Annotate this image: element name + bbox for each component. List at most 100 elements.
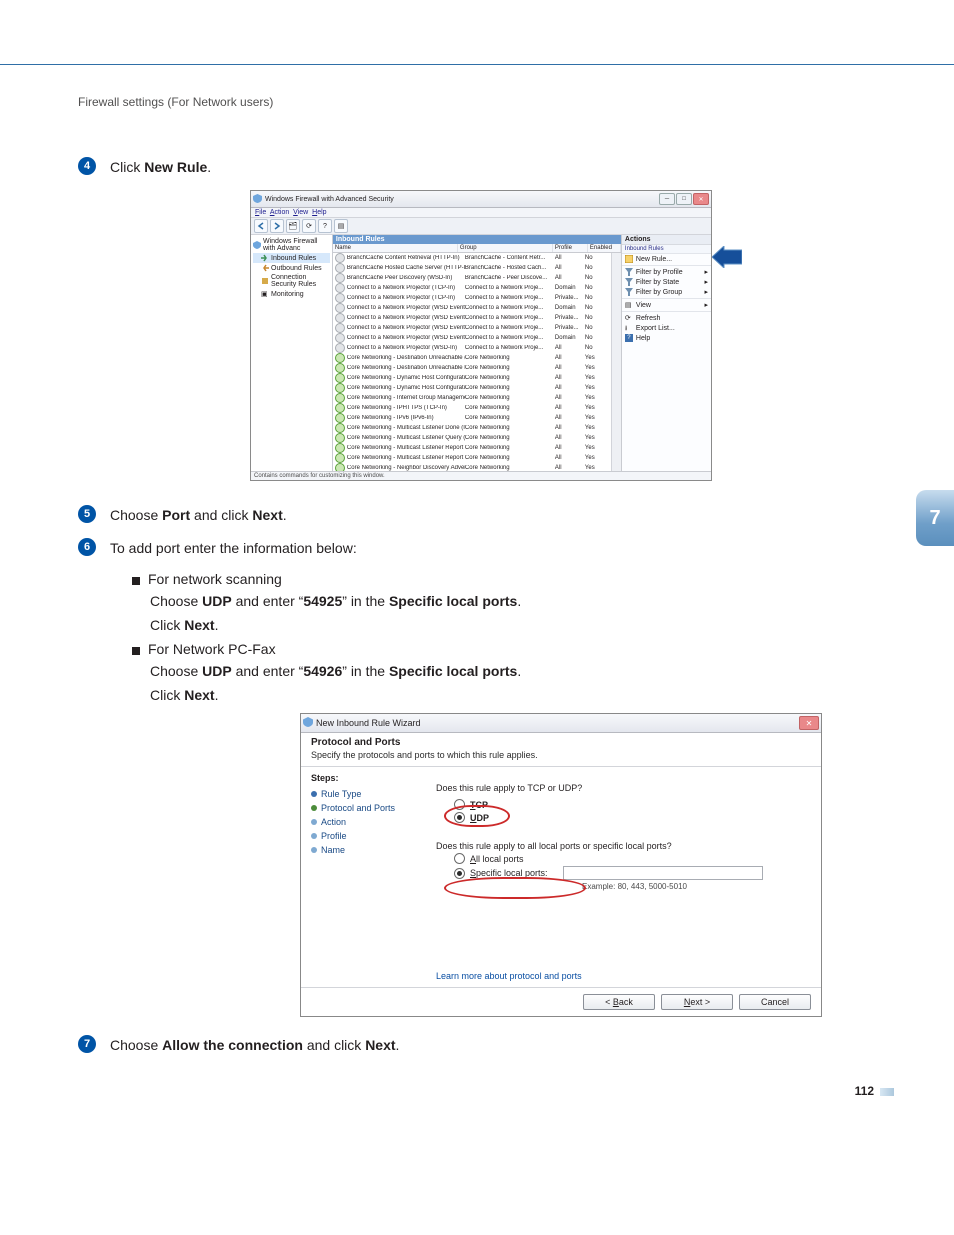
chevron-right-icon: ▸ [704,278,708,286]
rule-enabled: No [585,255,613,261]
maximize-button[interactable]: □ [676,193,692,205]
filter-icon [625,288,633,296]
back-button[interactable]: < Back [583,994,655,1010]
minimize-button[interactable]: ─ [659,193,675,205]
table-row[interactable]: Core Networking - IPHTTPS (TCP-In)Core N… [333,403,621,413]
radio-udp[interactable]: UDP [454,812,809,823]
rule-name: BranchCache Hosted Cache Server (HTTP-In… [347,265,465,271]
rule-enabled: No [585,265,613,271]
action-filter-state[interactable]: Filter by State▸ [622,277,711,287]
col-group[interactable]: Group [458,244,553,252]
rule-status-icon [335,283,345,293]
table-row[interactable]: Core Networking - Dynamic Host Configura… [333,383,621,393]
wizard-titlebar[interactable]: New Inbound Rule Wizard ✕ [301,714,821,733]
rules-panel-header: Inbound Rules [333,235,621,244]
action-export[interactable]: ⭳ Export List... [622,323,711,333]
rule-name: Core Networking - Multicast Listener Rep… [347,455,465,461]
table-row[interactable]: Core Networking - IPv6 (IPv6-In)Core Net… [333,413,621,423]
col-profile[interactable]: Profile [553,244,588,252]
window-titlebar[interactable]: Windows Firewall with Advanced Security … [251,191,711,208]
table-row[interactable]: BranchCache Hosted Cache Server (HTTP-In… [333,263,621,273]
tree-inbound-rules[interactable]: Inbound Rules [253,253,330,263]
new-rule-icon [625,255,633,263]
col-enabled[interactable]: Enabled [588,244,621,252]
rule-name: Connect to a Network Projector (WSD Even… [347,315,465,321]
table-row[interactable]: Core Networking - Multicast Listener Rep… [333,453,621,463]
table-row[interactable]: Core Networking - Neighbor Discovery Adv… [333,463,621,471]
refresh-icon[interactable]: ⟳ [302,219,316,233]
menu-file[interactable]: File [255,209,266,216]
page-header: Firewall settings (For Network users) [0,95,954,109]
action-filter-profile[interactable]: Filter by Profile▸ [622,267,711,277]
rules-columns[interactable]: Name Group Profile Enabled [333,244,621,253]
menu-help[interactable]: Help [312,209,326,216]
wizard-subtitle: Protocol and Ports [301,733,821,750]
step4-bold: New Rule [144,159,207,175]
rule-group: Core Networking [465,365,555,371]
firewall-window-screenshot: Windows Firewall with Advanced Security … [250,190,712,481]
wizard-step-protocol-ports[interactable]: Protocol and Ports [311,801,426,815]
rule-group: Connect to a Network Proje... [465,325,555,331]
tree-root[interactable]: Windows Firewall with Advanc [253,237,330,253]
tool-icon[interactable]: 🗂 [286,219,300,233]
rule-status-icon [335,453,345,463]
cancel-button[interactable]: Cancel [739,994,811,1010]
rule-name: Connect to a Network Projector (TCP-In) [347,295,465,301]
action-view[interactable]: ▤ View▸ [622,300,711,310]
tree-conn-sec-rules[interactable]: Connection Security Rules [253,273,330,289]
table-row[interactable]: Core Networking - Dynamic Host Configura… [333,373,621,383]
action-refresh[interactable]: ⟳ Refresh [622,313,711,323]
back-icon[interactable] [254,219,268,233]
table-row[interactable]: BranchCache Content Retrieval (HTTP-In)B… [333,253,621,263]
wizard-step-rule-type[interactable]: Rule Type [311,787,426,801]
radio-tcp[interactable]: TCP [454,799,809,810]
help-icon[interactable]: ? [318,219,332,233]
wizard-step-profile[interactable]: Profile [311,829,426,843]
rules-list[interactable]: BranchCache Content Retrieval (HTTP-In)B… [333,253,621,471]
wizard-step-action[interactable]: Action [311,815,426,829]
action-help[interactable]: ? Help [622,333,711,343]
menu-view[interactable]: View [293,209,308,216]
table-row[interactable]: Core Networking - Multicast Listener Que… [333,433,621,443]
close-button[interactable]: ✕ [799,716,819,730]
list-icon[interactable]: ▤ [334,219,348,233]
table-row[interactable]: Core Networking - Destination Unreachabl… [333,363,621,373]
action-filter-group[interactable]: Filter by Group▸ [622,287,711,297]
specific-ports-input[interactable] [563,866,763,880]
tree-monitoring[interactable]: ▣ Monitoring [253,289,330,299]
menu-action[interactable]: Action [270,209,289,216]
table-row[interactable]: Core Networking - Internet Group Managem… [333,393,621,403]
table-row[interactable]: Connect to a Network Projector (WSD-In)C… [333,343,621,353]
table-row[interactable]: Connect to a Network Projector (WSD Even… [333,303,621,313]
radio-specific-local-ports[interactable]: Specific local ports: [454,866,809,880]
col-name[interactable]: Name [333,244,458,252]
table-row[interactable]: Connect to a Network Projector (TCP-In)C… [333,293,621,303]
question-ports: Does this rule apply to all local ports … [436,841,809,851]
rule-group: Connect to a Network Proje... [465,345,555,351]
table-row[interactable]: Core Networking - Multicast Listener Don… [333,423,621,433]
table-row[interactable]: BranchCache Peer Discovery (WSD-In)Branc… [333,273,621,283]
learn-more-link[interactable]: Learn more about protocol and ports [436,971,809,981]
rule-group: Core Networking [465,465,555,471]
action-new-rule[interactable]: New Rule... [622,254,711,264]
rule-group: Connect to a Network Proje... [465,295,555,301]
close-button[interactable]: ✕ [693,193,709,205]
table-row[interactable]: Connect to a Network Projector (WSD Even… [333,323,621,333]
rule-enabled: No [585,305,613,311]
forward-icon[interactable] [270,219,284,233]
wizard-step-name[interactable]: Name [311,843,426,857]
table-row[interactable]: Connect to a Network Projector (WSD Even… [333,333,621,343]
table-row[interactable]: Connect to a Network Projector (TCP-In)C… [333,283,621,293]
rule-status-icon [335,413,345,423]
rule-enabled: Yes [585,455,613,461]
table-row[interactable]: Core Networking - Multicast Listener Rep… [333,443,621,453]
rule-enabled: No [585,345,613,351]
rule-enabled: No [585,295,613,301]
step4-post: . [207,159,211,175]
table-row[interactable]: Connect to a Network Projector (WSD Even… [333,313,621,323]
table-row[interactable]: Core Networking - Destination Unreachabl… [333,353,621,363]
radio-all-local-ports[interactable]: All local ports [454,853,809,864]
next-button[interactable]: Next > [661,994,733,1010]
wizard-main-panel: Does this rule apply to TCP or UDP? TCP … [432,767,821,987]
tree-outbound-rules[interactable]: Outbound Rules [253,263,330,273]
